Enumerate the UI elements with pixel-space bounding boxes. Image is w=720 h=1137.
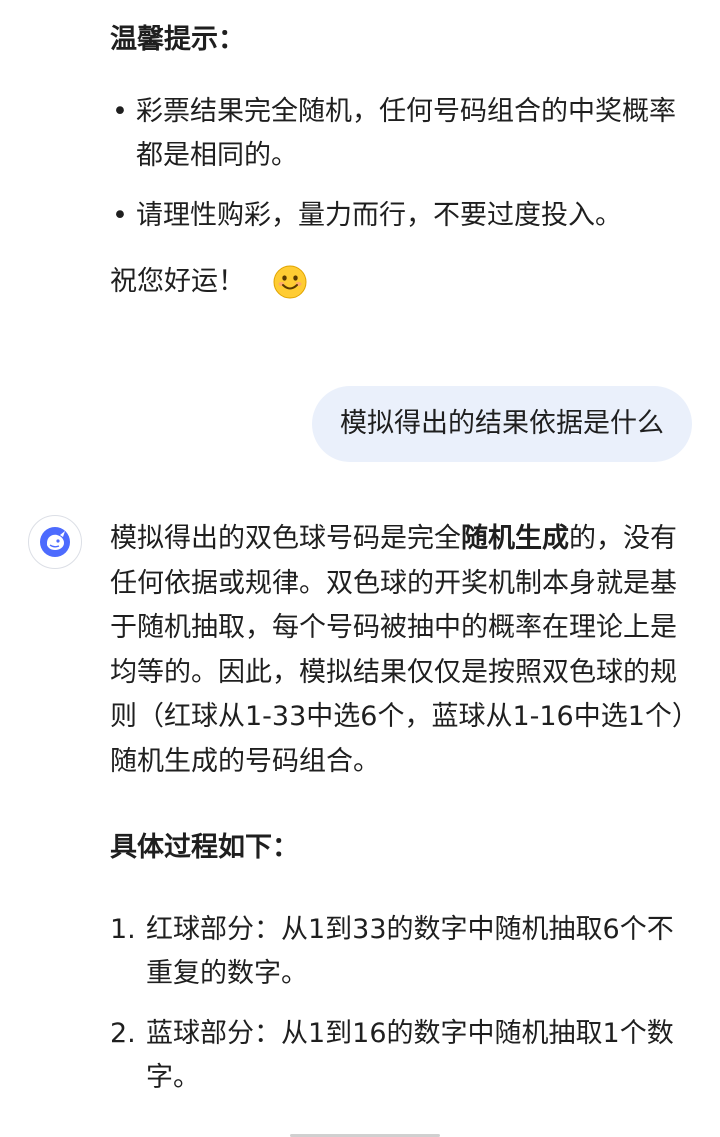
reply-intro-bold: 随机生成: [461, 523, 569, 554]
previous-assistant-message: 温馨提示： • 彩票结果完全随机，任何号码组合的中奖概率都是相同的。 • 请理性…: [110, 18, 695, 304]
list-item: • 请理性购彩，量力而行，不要过度投入。: [110, 194, 695, 238]
bullet-dot: •: [112, 96, 128, 127]
reply-intro-end: 的，没有任何依据或规律。双色球的开奖机制本身就是基于随机抽取，每个号码被抽中的概…: [110, 523, 686, 777]
list-item: 2. 蓝球部分：从1到16的数字中随机抽取1个数字。: [110, 1012, 695, 1100]
bullet-dot: •: [112, 200, 128, 231]
closing-text: 祝您好运！: [110, 266, 245, 297]
tips-list: • 彩票结果完全随机，任何号码组合的中奖概率都是相同的。 • 请理性购彩，量力而…: [110, 90, 695, 238]
user-message-text: 模拟得出的结果依据是什么: [340, 408, 664, 439]
list-item-text: 请理性购彩，量力而行，不要过度投入。: [136, 200, 622, 231]
process-heading: 具体过程如下：: [110, 832, 299, 863]
step-text: 蓝球部分：从1到16的数字中随机抽取1个数字。: [146, 1018, 674, 1093]
tips-heading: 温馨提示：: [110, 24, 245, 55]
list-item: 1. 红球部分：从1到33的数字中随机抽取6个不重复的数字。: [110, 908, 695, 996]
reply-intro-start: 模拟得出的双色球号码是完全: [110, 523, 461, 554]
assistant-avatar: [28, 515, 82, 569]
closing-line: 祝您好运！: [110, 260, 695, 304]
list-item-text: 彩票结果完全随机，任何号码组合的中奖概率都是相同的。: [136, 96, 676, 171]
user-message-bubble[interactable]: 模拟得出的结果依据是什么: [312, 386, 692, 462]
assistant-reply: 模拟得出的双色球号码是完全随机生成的，没有任何依据或规律。双色球的开奖机制本身就…: [110, 517, 695, 1116]
step-number: 2.: [110, 1018, 136, 1049]
list-item: • 彩票结果完全随机，任何号码组合的中奖概率都是相同的。: [110, 90, 695, 178]
smiling-face-icon: [273, 265, 307, 299]
step-number: 1.: [110, 914, 136, 945]
process-steps-list: 1. 红球部分：从1到33的数字中随机抽取6个不重复的数字。 2. 蓝球部分：从…: [110, 908, 695, 1100]
step-text: 红球部分：从1到33的数字中随机抽取6个不重复的数字。: [146, 914, 674, 989]
deepseek-whale-icon: [40, 527, 70, 557]
chat-thread: 温馨提示： • 彩票结果完全随机，任何号码组合的中奖概率都是相同的。 • 请理性…: [0, 0, 720, 1137]
reply-intro-paragraph: 模拟得出的双色球号码是完全随机生成的，没有任何依据或规律。双色球的开奖机制本身就…: [110, 517, 695, 784]
